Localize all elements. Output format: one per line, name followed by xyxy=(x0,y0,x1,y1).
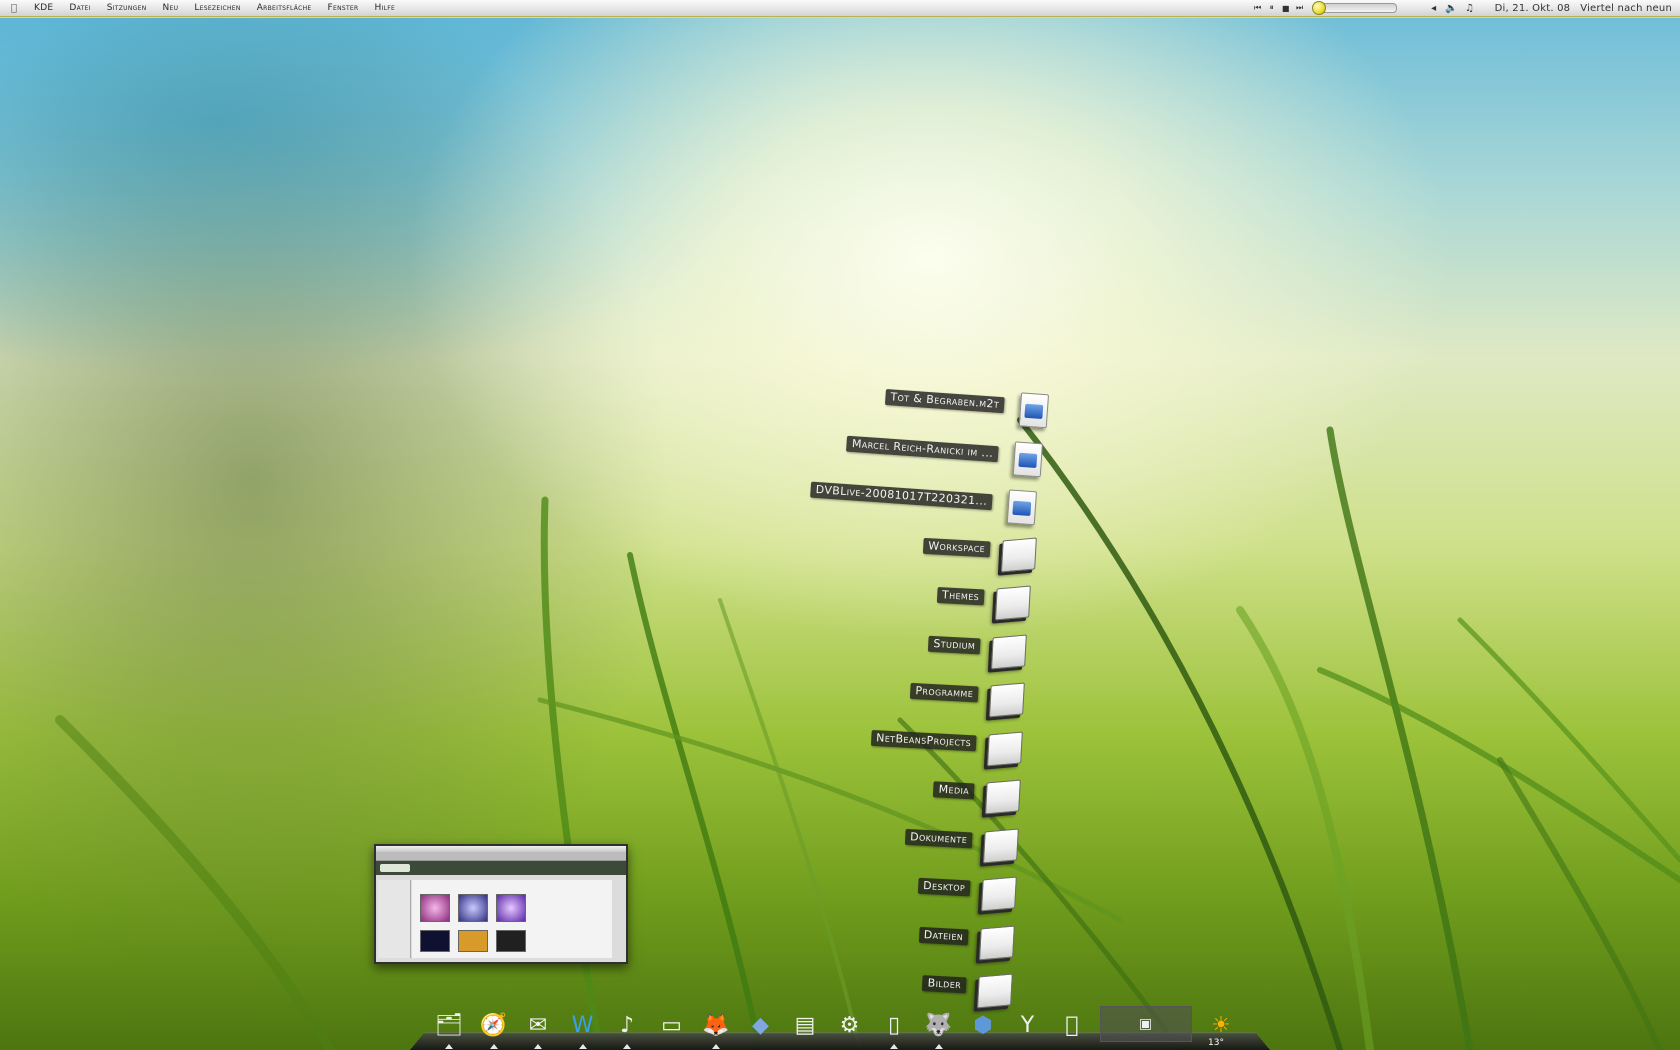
menubar:  KDE Datei Sitzungen Neu Lesezeichen Ar… xyxy=(0,0,1680,17)
running-indicator xyxy=(890,1044,898,1049)
desktop-item[interactable]: Dokumente xyxy=(717,813,1019,869)
running-indicator xyxy=(712,1044,720,1049)
desktop-item[interactable]: Programme xyxy=(723,667,1025,723)
desktop-item-label: NetBeansProjects xyxy=(870,729,977,751)
desktop-item[interactable]: Themes xyxy=(729,570,1031,626)
desktop-item-label: DVBLive-20081017T220321... xyxy=(810,481,993,511)
finder-icon[interactable]: 🗂 xyxy=(432,1008,466,1042)
desktop-item[interactable]: NetBeansProjects xyxy=(721,716,1023,772)
desktop-item-label: Tot & Begraben.m2t xyxy=(884,388,1005,414)
previous-icon[interactable]: ⏮ xyxy=(1251,3,1265,13)
thumbnail-image xyxy=(458,930,488,952)
clock-date: Di, 21. Okt. 08 xyxy=(1494,2,1571,14)
menu-arbeitsflaeche[interactable]: Arbeitsfläche xyxy=(249,3,320,13)
clock-time: Viertel nach neun xyxy=(1580,2,1672,14)
folder-icon xyxy=(978,924,1015,960)
box-icon[interactable]: ◆ xyxy=(744,1008,778,1042)
mail-icon[interactable]: ✉ xyxy=(521,1008,555,1042)
thumbnail-image xyxy=(420,894,450,922)
preview-icon[interactable]: ▤ xyxy=(788,1008,822,1042)
folder-icon xyxy=(994,584,1031,621)
desktop-item[interactable]: Studium xyxy=(725,619,1027,675)
menu-hilfe[interactable]: Hilfe xyxy=(367,3,404,13)
window-thumbnail[interactable] xyxy=(374,844,628,964)
menu-fenster[interactable]: Fenster xyxy=(320,3,367,13)
folder-icon xyxy=(982,827,1019,863)
menu-sitzungen[interactable]: Sitzungen xyxy=(99,3,155,13)
antenna-icon[interactable]: Y xyxy=(1011,1008,1045,1042)
desktop-item-label: Themes xyxy=(936,586,985,606)
thumbnail-image xyxy=(458,894,488,922)
running-indicator xyxy=(445,1044,453,1049)
video-file-icon xyxy=(1003,489,1039,526)
menu-datei[interactable]: Datei xyxy=(61,3,98,13)
package-icon[interactable]: ⬢ xyxy=(966,1008,1000,1042)
desktop-item[interactable]: Workspace xyxy=(735,522,1037,578)
clock[interactable]: Di, 21. Okt. 08 Viertel nach neun xyxy=(1481,3,1672,14)
desktop-item-label: Dateien xyxy=(918,926,969,945)
menu-kde[interactable]: KDE xyxy=(26,3,61,13)
folder-icon xyxy=(980,875,1017,912)
site-logo-icon xyxy=(380,864,410,872)
desktop-item-label: Studium xyxy=(928,635,981,654)
stop-icon[interactable]: ■ xyxy=(1279,4,1293,13)
settings-icon[interactable]: ⚙ xyxy=(833,1008,867,1042)
itunes-icon[interactable]: ♪ xyxy=(610,1008,644,1042)
video-file-icon xyxy=(1009,440,1045,477)
folder-icon xyxy=(988,681,1025,718)
weather-icon[interactable]: ☀ xyxy=(1204,1008,1238,1042)
desktop-item[interactable]: Media xyxy=(719,764,1021,820)
document-icon[interactable]: ▯ xyxy=(877,1008,911,1042)
word-icon[interactable]: W xyxy=(566,1008,600,1042)
running-indicator xyxy=(489,1044,498,1049)
pause-icon[interactable]: ⏸ xyxy=(1265,3,1279,13)
folder-icon xyxy=(1000,536,1037,572)
dock: 🗂 🧭 ✉ W ♪ ▭ 🦊 ◆ ▤ ⚙ ▯ 🐺 ⬢ Y  ▣ ☀13° xyxy=(410,1001,1270,1050)
desktop-item-label: Programme xyxy=(909,682,979,703)
volume-slider[interactable] xyxy=(1311,1,1397,15)
desktop-item-label: Desktop xyxy=(917,877,971,897)
menu-neu[interactable]: Neu xyxy=(155,3,187,13)
desktop-item-label: Marcel Reich-Ranicki im ... xyxy=(846,435,999,462)
desktop-item-label: Dokumente xyxy=(904,828,973,848)
folder-icon xyxy=(984,778,1021,815)
gimp-icon[interactable]: 🦊 xyxy=(699,1008,733,1042)
desktop-item-label: Workspace xyxy=(922,537,991,557)
desktop-item[interactable]: Dateien xyxy=(713,910,1015,966)
volume-knob[interactable] xyxy=(1311,1,1326,15)
video-file-icon xyxy=(1015,392,1051,429)
window-preview-icon[interactable]: ▣ xyxy=(1099,1006,1192,1042)
thumbnail-image xyxy=(496,894,526,922)
desktop-item-label: Media xyxy=(933,781,975,800)
menu-lesezeichen[interactable]: Lesezeichen xyxy=(186,3,248,13)
weather-temperature: 13° xyxy=(1208,1038,1224,1048)
arrow-left-icon[interactable]: ◂ xyxy=(1427,3,1441,14)
running-indicator xyxy=(623,1044,631,1049)
safari-icon[interactable]: 🧭 xyxy=(477,1008,511,1042)
speaker-icon[interactable]: 🔈 xyxy=(1445,3,1459,14)
folder-icon xyxy=(986,730,1023,766)
folder-icon xyxy=(990,633,1027,669)
drive-icon[interactable]: ▭ xyxy=(655,1008,689,1042)
running-indicator xyxy=(578,1044,587,1049)
thumbnail-image xyxy=(420,930,450,952)
apple-icon[interactable]:  xyxy=(1055,1008,1089,1042)
desktop-item-label: Bilder xyxy=(922,975,967,994)
next-icon[interactable]: ⏭ xyxy=(1293,3,1307,13)
apple-menu-icon[interactable]:  xyxy=(8,2,20,14)
running-indicator xyxy=(534,1044,542,1049)
thumbnail-image xyxy=(496,930,526,952)
running-indicator xyxy=(934,1044,943,1049)
music-note-icon[interactable]: ♫ xyxy=(1463,3,1477,14)
wolf-icon[interactable]: 🐺 xyxy=(922,1008,956,1042)
desktop-item[interactable]: Desktop xyxy=(715,861,1017,917)
